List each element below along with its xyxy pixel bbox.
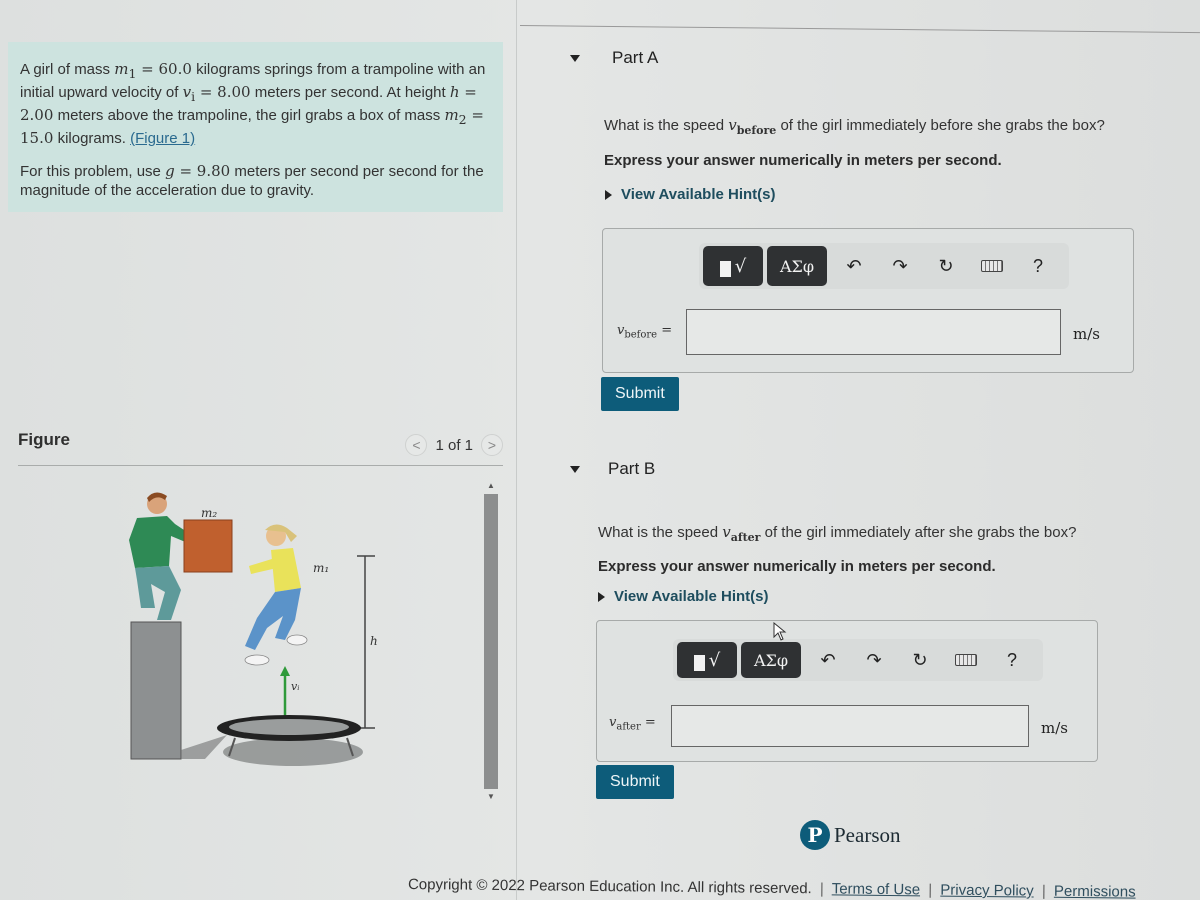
part-a-question: What is the speed vbefore of the girl im… (604, 116, 1105, 137)
part-b: Part B (570, 459, 655, 479)
help-icon[interactable]: ? (1015, 256, 1061, 277)
caret-down-icon (570, 465, 580, 473)
pillar (130, 621, 182, 760)
part-a-math-toolbar: √ ΑΣφ ↶ ↷ ↻ ? (699, 243, 1069, 289)
panel-divider (516, 0, 517, 900)
pearson-name: Pearson (834, 822, 901, 847)
v-after-input[interactable] (671, 705, 1029, 747)
permissions-link[interactable]: Permissions (1054, 883, 1136, 900)
part-a: Part A (570, 48, 658, 68)
footer: Copyright © 2022 Pearson Education Inc. … (407, 876, 1136, 900)
trampoline-shadow (223, 738, 363, 766)
scroll-thumb[interactable] (484, 494, 498, 789)
square-icon (719, 261, 731, 277)
undo-icon[interactable]: ↶ (831, 256, 877, 277)
scroll-up-icon[interactable]: ▲ (483, 480, 499, 492)
scroll-down-icon[interactable]: ▼ (483, 791, 499, 803)
figure-title: Figure (18, 430, 70, 449)
prev-figure-button[interactable]: < (405, 434, 428, 456)
pearson-brand[interactable]: P Pearson (800, 820, 901, 850)
caret-down-icon (570, 54, 580, 62)
templates-button[interactable]: √ (703, 246, 763, 286)
chevron-left-icon: < (412, 437, 421, 453)
part-a-answer-box: √ ΑΣφ ↶ ↷ ↻ ? vbefore = m/s (602, 228, 1134, 373)
part-b-math-toolbar: √ ΑΣφ ↶ ↷ ↻ ? (673, 639, 1043, 681)
figure-pagination: < 1 of 1 > (405, 434, 503, 456)
part-b-question: What is the speed vafter of the girl imm… (598, 523, 1077, 544)
mouse-cursor-icon (773, 622, 787, 641)
v-before-input[interactable] (686, 309, 1061, 355)
figure-page-indicator: 1 of 1 (435, 436, 473, 454)
part-b-unit: m/s (1041, 719, 1068, 737)
part-a-hints-toggle[interactable]: View Available Hint(s) (605, 186, 776, 203)
part-a-submit-button[interactable]: Submit (601, 377, 679, 411)
part-a-title: Part A (612, 48, 659, 67)
greek-symbols-button[interactable]: ΑΣφ (741, 642, 801, 678)
redo-icon[interactable]: ↷ (877, 256, 923, 277)
part-a-header[interactable]: Part A (570, 48, 658, 68)
caret-right-icon (598, 591, 605, 602)
privacy-policy-link[interactable]: Privacy Policy (940, 882, 1034, 900)
label-m1: m₁ (313, 561, 329, 575)
part-a-instruction: Express your answer numerically in meter… (604, 152, 1002, 169)
part-b-title: Part B (608, 459, 656, 478)
label-vi: vᵢ (291, 680, 299, 693)
part-b-header[interactable]: Part B (570, 459, 655, 479)
trampoline-mat (229, 719, 349, 735)
templates-button[interactable]: √ (677, 642, 737, 678)
nth-root-icon: √ (708, 649, 721, 671)
keyboard-icon[interactable] (943, 650, 989, 671)
reset-icon[interactable]: ↻ (923, 256, 969, 277)
keyboard-icon[interactable] (969, 256, 1015, 277)
caret-right-icon (605, 189, 612, 200)
g-expression: g = 9.80 (165, 162, 231, 180)
label-h: h (370, 634, 378, 648)
part-b-answer-box: √ ΑΣφ ↶ ↷ ↻ ? vafter = m/s (596, 620, 1098, 762)
label-m2: m₂ (201, 506, 217, 520)
m1-expression: m1 = 60.0 (114, 60, 192, 81)
nth-root-icon: √ (734, 255, 747, 277)
greek-symbols-button[interactable]: ΑΣφ (767, 246, 827, 286)
part-b-hints-toggle[interactable]: View Available Hint(s) (598, 588, 769, 605)
part-b-instruction: Express your answer numerically in meter… (598, 558, 996, 575)
figure-header: Figure < 1 of 1 > (18, 428, 503, 466)
pearson-logo-icon: P (800, 820, 830, 850)
chevron-right-icon: > (487, 437, 497, 453)
reset-icon[interactable]: ↻ (897, 650, 943, 671)
v-after-label: vafter = (609, 715, 656, 733)
top-divider (519, 25, 1200, 34)
v-before-symbol: vbefore (728, 116, 777, 137)
problem-paragraph-2: For this problem, use g = 9.80 meters pe… (20, 162, 484, 199)
next-figure-button[interactable]: > (481, 434, 503, 456)
problem-statement: A girl of mass m1 = 60.0 kilograms sprin… (8, 42, 503, 212)
pillar-shadow (181, 735, 227, 759)
help-icon[interactable]: ? (989, 650, 1035, 671)
redo-icon[interactable]: ↷ (851, 650, 897, 671)
part-b-submit-button[interactable]: Submit (596, 765, 674, 799)
girl-illustration (244, 524, 308, 666)
velocity-arrowhead (280, 666, 290, 676)
v-after-symbol: vafter (722, 523, 761, 544)
problem-paragraph-1: A girl of mass m1 = 60.0 kilograms sprin… (20, 60, 486, 147)
trampoline-figure: m₂ m₁ vᵢ h (129, 492, 378, 766)
undo-icon[interactable]: ↶ (805, 650, 851, 671)
figure-scrollbar[interactable]: ▲ ▼ (483, 480, 499, 810)
part-a-unit: m/s (1073, 325, 1100, 343)
figure-link[interactable]: (Figure 1) (130, 130, 195, 147)
left-panel: A girl of mass m1 = 60.0 kilograms sprin… (0, 0, 505, 900)
terms-of-use-link[interactable]: Terms of Use (832, 880, 921, 898)
square-icon (693, 655, 705, 671)
vi-expression: vi = 8.00 (182, 83, 251, 104)
v-before-label: vbefore = (617, 323, 673, 341)
box-m2 (183, 519, 233, 573)
